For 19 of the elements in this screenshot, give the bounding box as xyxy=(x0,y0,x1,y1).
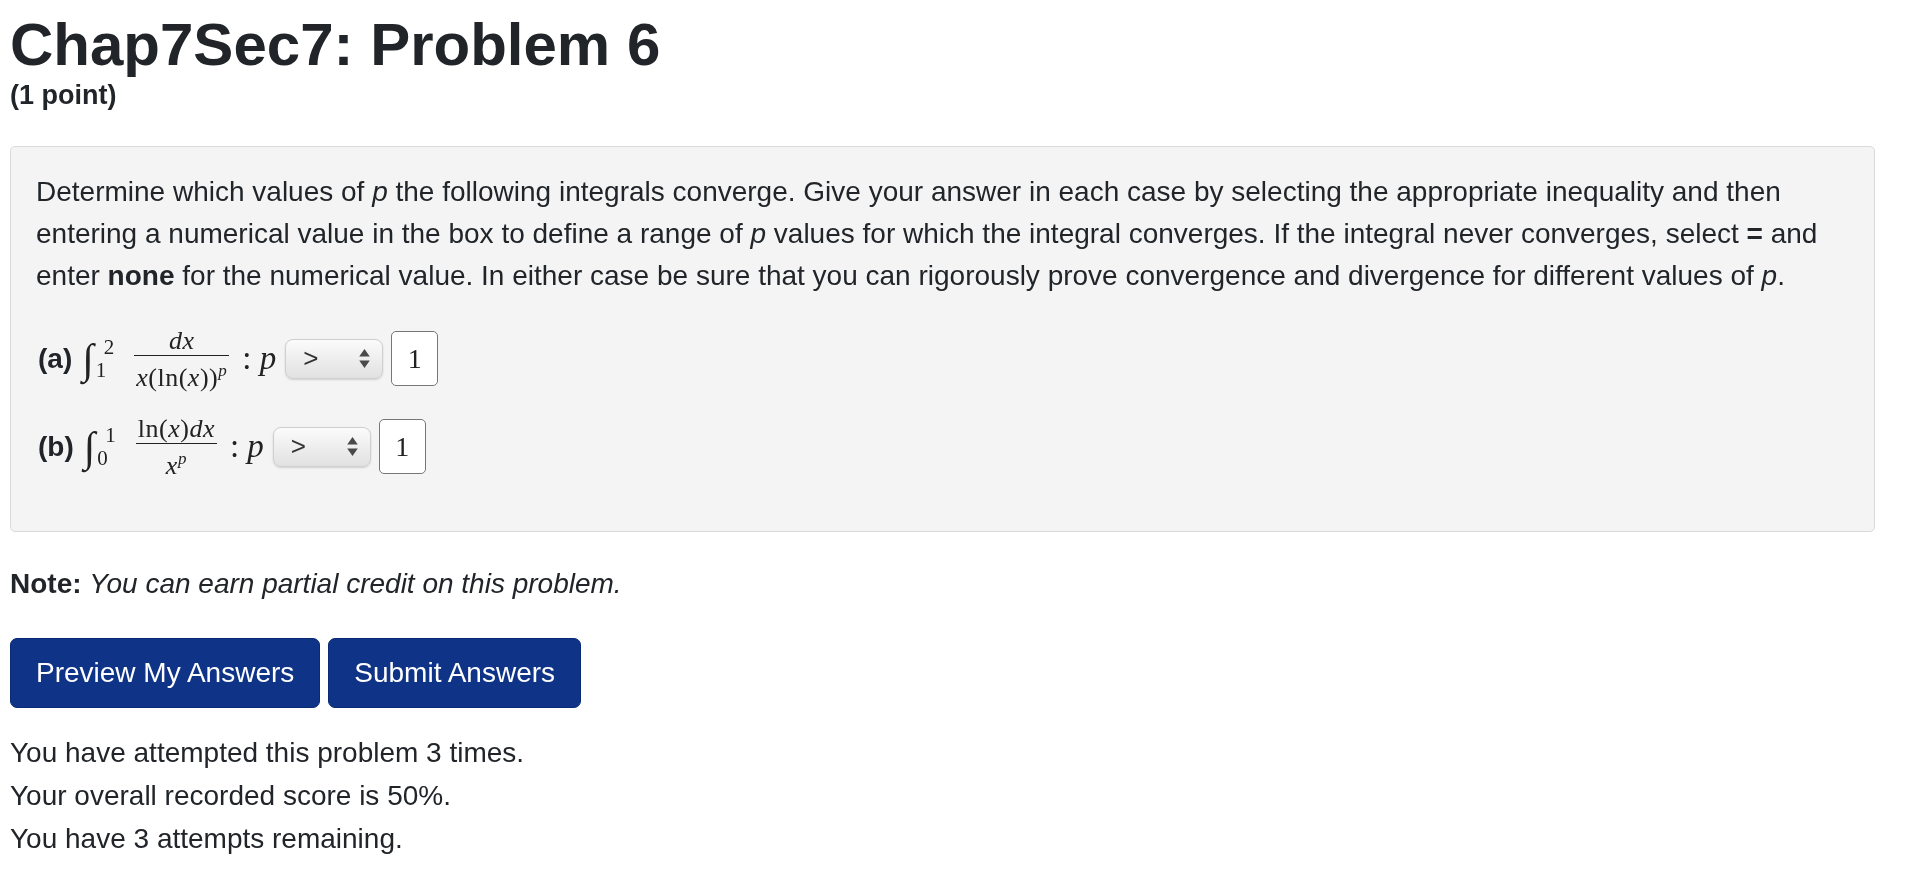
up-down-arrows-icon xyxy=(359,349,371,368)
note-text: Note: You can earn partial credit on this problem. xyxy=(10,567,622,601)
submit-button[interactable]: Submit Answers xyxy=(328,638,582,708)
status-text: You have 3 attempts remaining. xyxy=(10,822,403,856)
integral-formula: ∫ 2 1 dx x(ln(x))$^{p}$ : p xyxy=(82,326,277,391)
part-label: (b) xyxy=(38,430,74,463)
integral-formula: ∫ 1 0 ln(x)dx x$^{p}$ : p xyxy=(83,414,264,479)
instructions-text: Determine which values of p the following integrals converge. Give your answer in each case by selecting the appropriate inequality and then entering a numerical value in the box to define a range of p values for which the integral converges. If the integral never converges, select = and enter none for the numerical value. In either case be sure that you can rigorously prove convergence and divergence for different values of p. xyxy=(36,175,1819,293)
inequality-select[interactable]: > xyxy=(272,426,371,467)
status-text: You have attempted this problem 3 times. xyxy=(10,736,525,770)
up-down-arrows-icon xyxy=(346,437,358,456)
answer-field[interactable]: 1 xyxy=(391,331,439,386)
inequality-select[interactable]: > xyxy=(285,338,384,379)
points-label: (1 point) xyxy=(10,79,117,111)
preview-button[interactable]: Preview My Answers xyxy=(10,638,321,708)
answer-field[interactable]: 1 xyxy=(378,419,426,474)
part-label: (a) xyxy=(38,342,73,375)
problem-title: Chap7Sec7: Problem 6 xyxy=(10,11,661,78)
status-text: Your overall recorded score is 50%. xyxy=(10,779,451,813)
